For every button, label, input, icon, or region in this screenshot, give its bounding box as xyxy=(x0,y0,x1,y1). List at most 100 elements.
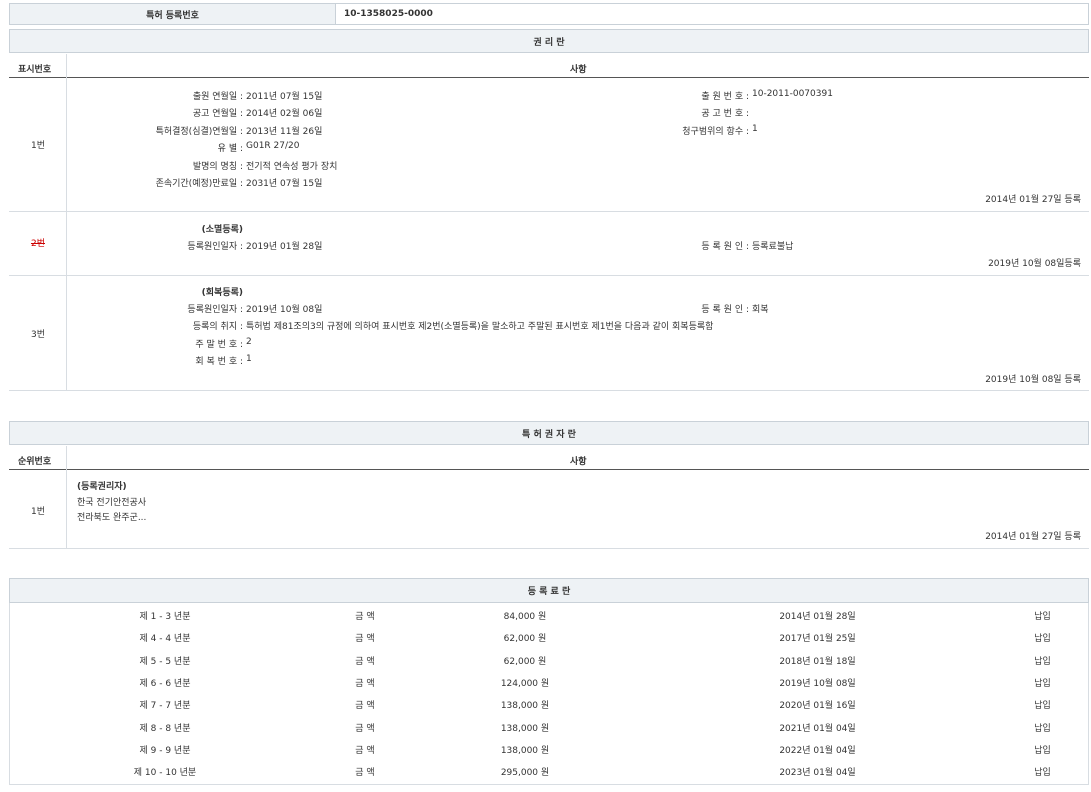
rights-entry-1-right-value: 10-2011-0070391 xyxy=(752,89,833,99)
rights-entry-1-field-label: 공고 연월일 : xyxy=(193,106,243,119)
rights-header-divider xyxy=(9,77,1089,78)
fee-amount-label: 금 액 xyxy=(335,609,395,622)
holders-entry-1-line: (등록권리자) xyxy=(77,479,127,492)
fee-date: 2022년 01월 04일 xyxy=(755,743,880,756)
fee-amount-label: 금 액 xyxy=(335,765,395,778)
fee-status: 납입 xyxy=(1020,676,1065,689)
fees-section-title-text: 등 록 료 란 xyxy=(528,584,571,597)
holders-col-item-header: 사항 xyxy=(570,454,587,467)
fee-period: 제 7 - 7 년분 xyxy=(110,698,220,711)
rights-entry-2-divider xyxy=(9,275,1089,276)
fee-amount: 138,000 원 xyxy=(470,721,580,734)
rights-entry-1-field-label: 유 별 : xyxy=(218,141,243,154)
fee-amount-label: 금 액 xyxy=(335,698,395,711)
rights-entry-3-field-value: 1 xyxy=(246,354,252,364)
fee-status: 납입 xyxy=(1020,631,1065,644)
holders-section-title: 특 허 권 자 란 xyxy=(9,421,1089,445)
fee-status: 납입 xyxy=(1020,743,1065,756)
fee-period: 제 10 - 10 년분 xyxy=(110,765,220,778)
fee-period: 제 4 - 4 년분 xyxy=(110,631,220,644)
rights-section-title-text: 권 리 란 xyxy=(533,35,564,48)
fee-amount: 62,000 원 xyxy=(470,654,580,667)
rights-entry-3-cause-value: 회복 xyxy=(752,302,769,315)
registration-number-value: 10-1358025-0000 xyxy=(344,9,433,19)
rights-entry-1-right-label: 출 원 번 호 : xyxy=(701,89,749,102)
holders-entry-divider xyxy=(9,548,1089,549)
fee-amount: 62,000 원 xyxy=(470,631,580,644)
rights-entry-3-field-label: 회 복 번 호 : xyxy=(195,354,243,367)
rights-entry-1-number: 1번 xyxy=(9,138,67,151)
rights-entry-1-field-value: 2011년 07월 15일 xyxy=(246,89,322,102)
fee-amount-label: 금 액 xyxy=(335,721,395,734)
fee-status: 납입 xyxy=(1020,654,1065,667)
fee-amount: 138,000 원 xyxy=(470,698,580,711)
rights-entry-1-field-label: 존속기간(예정)만료일 : xyxy=(156,176,243,189)
rights-entry-3-number: 3번 xyxy=(9,327,67,340)
fee-date: 2018년 01월 18일 xyxy=(755,654,880,667)
rights-entry-3-field-label: 등록원인일자 : xyxy=(187,302,243,315)
rights-entry-1-field-label: 발명의 명칭 : xyxy=(193,159,243,172)
rights-entry-1-field-value: 2014년 02월 06일 xyxy=(246,106,322,119)
fee-amount: 138,000 원 xyxy=(470,743,580,756)
rights-entry-3-divider xyxy=(9,390,1089,391)
fee-date: 2021년 01월 04일 xyxy=(755,721,880,734)
holders-entry-1-line: 한국 전기안전공사 xyxy=(77,495,146,508)
rights-entry-3-field-label: 주 말 번 호 : xyxy=(195,337,243,350)
rights-entry-2-cause-date-label: 등록원인일자 : xyxy=(187,239,243,252)
rights-entry-3-cause-label: 등 록 원 인 : xyxy=(701,302,749,315)
rights-entry-1-right-label: 청구범위의 항수 : xyxy=(682,124,749,137)
fee-status: 납입 xyxy=(1020,721,1065,734)
fee-status: 납입 xyxy=(1020,698,1065,711)
registration-number-label: 특허 등록번호 xyxy=(10,4,336,24)
fee-amount: 295,000 원 xyxy=(470,765,580,778)
rights-entry-3-registration: 2019년 10월 08일 등록 xyxy=(985,372,1081,385)
fee-date: 2020년 01월 16일 xyxy=(755,698,880,711)
holders-header-divider xyxy=(9,469,1089,470)
rights-entry-1-field-value: 2013년 11월 26일 xyxy=(246,124,322,137)
rights-entry-1-divider xyxy=(9,211,1089,212)
fees-section-title: 등 록 료 란 xyxy=(9,578,1089,603)
rights-entry-2-cause-label: 등 록 원 인 : xyxy=(701,239,749,252)
fee-date: 2014년 01월 28일 xyxy=(755,609,880,622)
fees-table xyxy=(9,603,1089,785)
fee-amount-label: 금 액 xyxy=(335,743,395,756)
rights-entry-3-field-value: 특허법 제81조의3의 규정에 의하여 표시번호 제2번(소멸등록)을 말소하고… xyxy=(246,319,713,332)
fee-amount-label: 금 액 xyxy=(335,654,395,667)
rights-entry-1-right-value: 1 xyxy=(752,124,758,134)
rights-section-title: 권 리 란 xyxy=(9,29,1089,53)
rights-entry-1-right-label: 공 고 번 호 : xyxy=(701,106,749,119)
rights-entry-1-registration: 2014년 01월 27일 등록 xyxy=(985,192,1081,205)
rights-col-item-header: 사항 xyxy=(570,62,587,75)
rights-entry-1-field-value: G01R 27/20 xyxy=(246,141,299,151)
fee-period: 제 6 - 6 년분 xyxy=(110,676,220,689)
rights-entry-1-field-label: 출원 연월일 : xyxy=(193,89,243,102)
rights-entry-2-registration: 2019년 10월 08일등록 xyxy=(988,256,1081,269)
fee-amount: 124,000 원 xyxy=(470,676,580,689)
holders-col-divider xyxy=(66,446,67,548)
fee-date: 2017년 01월 25일 xyxy=(755,631,880,644)
rights-entry-3-field-value: 2 xyxy=(246,337,252,347)
rights-entry-3-field-label: 등록의 취지 : xyxy=(193,319,243,332)
rights-entry-3-field-value: 2019년 10월 08일 xyxy=(246,302,322,315)
rights-col-num-header: 표시번호 xyxy=(18,62,51,75)
fee-date: 2023년 01월 04일 xyxy=(755,765,880,778)
rights-entry-2-number: 2번 xyxy=(9,236,67,249)
rights-entry-2-cause-value: 등록료불납 xyxy=(752,239,793,252)
holders-col-num-header: 순위번호 xyxy=(18,454,51,467)
fee-status: 납입 xyxy=(1020,765,1065,778)
rights-entry-3-heading: (회복등록) xyxy=(202,285,243,298)
rights-entry-2-cause-date-value: 2019년 01월 28일 xyxy=(246,239,322,252)
fee-amount-label: 금 액 xyxy=(335,676,395,689)
holders-entry-1-number: 1번 xyxy=(9,504,67,517)
fee-period: 제 1 - 3 년분 xyxy=(110,609,220,622)
holders-section-title-text: 특 허 권 자 란 xyxy=(522,427,576,440)
rights-entry-2-heading: (소멸등록) xyxy=(202,222,243,235)
fee-date: 2019년 10월 08일 xyxy=(755,676,880,689)
rights-entry-1-field-label: 특허결정(심결)연월일 : xyxy=(156,124,243,137)
fee-period: 제 8 - 8 년분 xyxy=(110,721,220,734)
fee-amount-label: 금 액 xyxy=(335,631,395,644)
registration-number-label-text: 특허 등록번호 xyxy=(146,8,199,21)
fee-amount: 84,000 원 xyxy=(470,609,580,622)
fee-period: 제 9 - 9 년분 xyxy=(110,743,220,756)
fee-status: 납입 xyxy=(1020,609,1065,622)
